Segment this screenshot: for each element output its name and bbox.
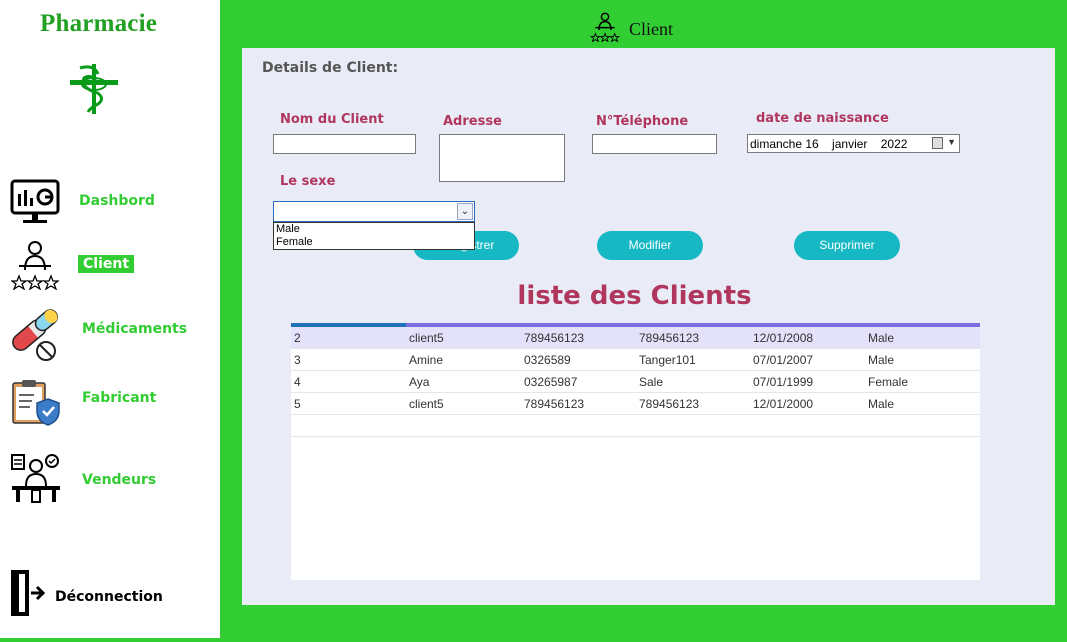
table-cell: 07/01/1999 (753, 375, 814, 389)
table-cell: 07/01/2007 (753, 353, 814, 367)
client-person-stars-icon (11, 241, 59, 290)
page-title: Client (629, 19, 673, 39)
sidebar-item-label: Médicaments (82, 321, 188, 337)
logout-button[interactable]: Déconnection (0, 566, 220, 626)
client-person-stars-icon (590, 12, 620, 42)
logout-label: Déconnection (55, 589, 163, 605)
sexe-option-female[interactable]: Female (274, 236, 474, 249)
table-cell: 0326589 (524, 353, 571, 367)
sidebar-item-client[interactable]: Client (0, 236, 220, 296)
clients-table[interactable]: 2 client5 789456123 789456123 12/01/2008 Male… (291, 323, 980, 580)
sidebar-item-label: Client (78, 255, 135, 273)
table-row[interactable]: 3 Amine 0326589 Tanger101 07/01/2007 Male (291, 349, 980, 371)
logout-door-icon (11, 570, 45, 616)
table-cell: 12/01/2008 (753, 331, 814, 345)
table-cell: 3 (294, 353, 301, 367)
adresse-input[interactable] (439, 134, 565, 182)
sidebar-item-dashbord[interactable]: Dashbord (0, 172, 220, 232)
chevron-down-icon[interactable]: ⌄ (457, 203, 473, 220)
sexe-dropdown-list: Male Female (273, 222, 475, 250)
table-cell: Tanger101 (639, 353, 696, 367)
sidebar-item-medicaments[interactable]: Médicaments (0, 303, 220, 363)
table-row[interactable]: 2 client5 789456123 789456123 12/01/2008 Male (291, 327, 980, 349)
table-cell: Female (868, 375, 909, 389)
table-cell: 789456123 (524, 397, 585, 411)
table-cell: 4 (294, 375, 301, 389)
brand-title: Pharmacie (40, 10, 158, 37)
date-label: date de naissance (756, 111, 889, 126)
date-value: dimanche 16 janvier 2022 (750, 137, 908, 151)
modifier-button[interactable]: Modifier (597, 231, 703, 260)
table-cell: Male (868, 353, 895, 367)
dashboard-monitor-icon (10, 179, 60, 223)
calendar-icon[interactable] (932, 137, 943, 149)
adresse-label: Adresse (443, 114, 502, 129)
sidebar-item-label: Dashbord (79, 193, 155, 209)
table-cell: 5 (294, 397, 301, 411)
sidebar-item-fabricant[interactable]: Fabricant (0, 373, 220, 433)
client-panel: Details de Client: Nom du Client Adresse… (242, 48, 1055, 605)
sidebar-item-label: Vendeurs (82, 472, 157, 488)
table-row-empty[interactable] (291, 415, 980, 437)
sidebar-item-label: Fabricant (82, 390, 157, 406)
seller-people-icon (11, 454, 60, 503)
table-cell: client5 (409, 331, 444, 345)
table-cell: Male (868, 331, 895, 345)
table-cell: 789456123 (524, 331, 585, 345)
table-cell: Amine (409, 353, 444, 367)
nom-input[interactable] (273, 134, 416, 154)
sexe-option-male[interactable]: Male (274, 223, 474, 236)
medicine-pills-icon (12, 309, 58, 361)
sexe-label: Le sexe (280, 174, 336, 189)
list-title: liste des Clients (517, 281, 752, 311)
table-cell: Male (868, 397, 895, 411)
supprimer-button[interactable]: Supprimer (794, 231, 900, 260)
table-row[interactable]: 5 client5 789456123 789456123 12/01/2000 Male (291, 393, 980, 415)
sidebar-item-vendeurs[interactable]: Vendeurs (0, 450, 220, 510)
details-section-title: Details de Client: (262, 60, 399, 76)
date-naissance-picker[interactable]: dimanche 16 janvier 2022 ▼ (747, 134, 960, 153)
sexe-select[interactable]: ⌄ (273, 201, 475, 222)
table-cell: 789456123 (639, 331, 700, 345)
table-cell: Sale (639, 375, 664, 389)
pharmacy-caduceus-icon (70, 64, 118, 114)
page-header: Client (220, 0, 1067, 48)
table-cell: 03265987 (524, 375, 578, 389)
nom-label: Nom du Client (280, 112, 384, 127)
table-cell: Aya (409, 375, 430, 389)
table-cell: 12/01/2000 (753, 397, 814, 411)
telephone-label: N°Téléphone (596, 114, 689, 129)
table-cell: client5 (409, 397, 444, 411)
table-row[interactable]: 4 Aya 03265987 Sale 07/01/1999 Female (291, 371, 980, 393)
chevron-down-icon[interactable]: ▼ (947, 137, 956, 147)
table-cell: 789456123 (639, 397, 700, 411)
clipboard-shield-icon (12, 380, 60, 426)
sidebar: Pharmacie Dashbord Client Médicaments Fa… (0, 0, 220, 638)
table-cell: 2 (294, 331, 301, 345)
telephone-input[interactable] (592, 134, 717, 154)
